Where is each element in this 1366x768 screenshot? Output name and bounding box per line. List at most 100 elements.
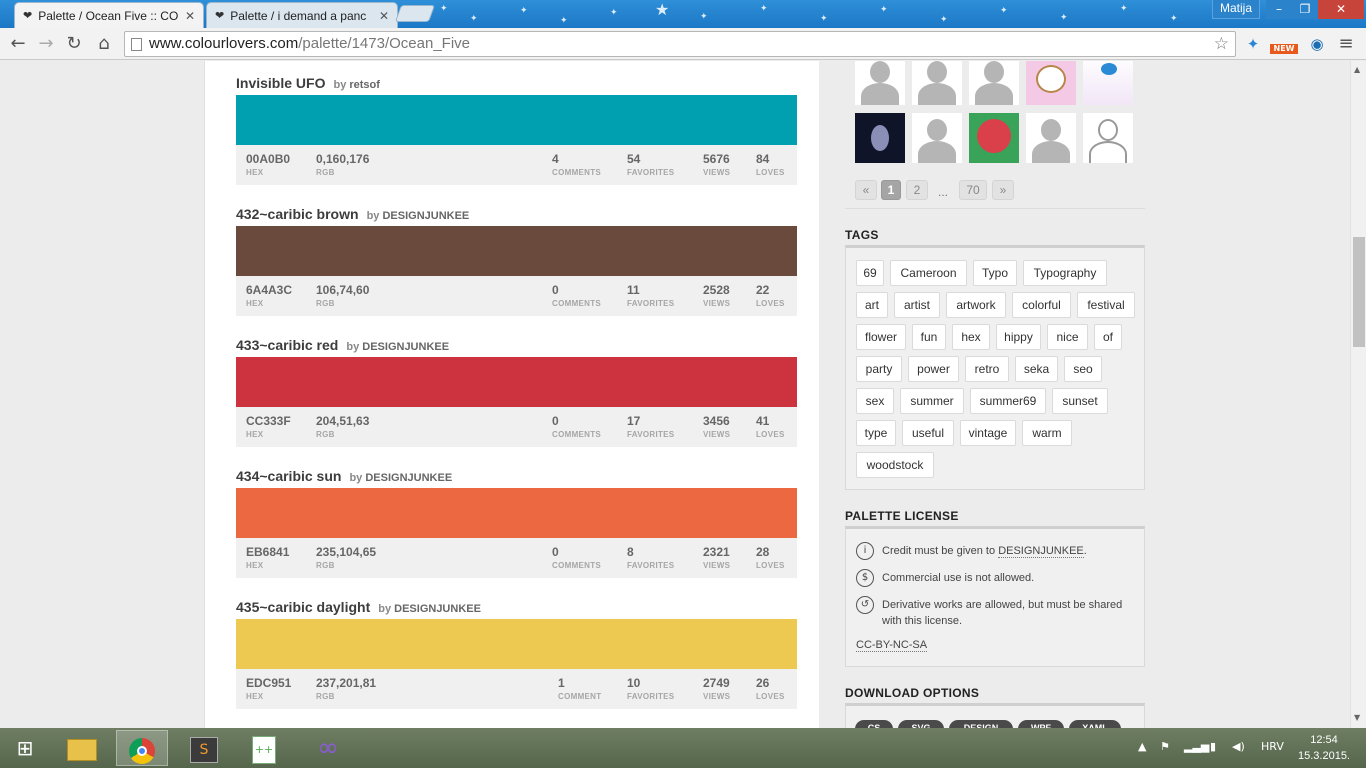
palette-item[interactable]: Invisible UFO by retsof 00A0B0 HEX 0,160,1… [236,75,797,185]
tag[interactable]: useful [902,420,954,446]
avatar[interactable] [1026,113,1076,163]
avatar[interactable] [912,61,962,105]
author-link[interactable]: retsof [349,79,380,91]
tag[interactable]: summer69 [970,388,1046,414]
tag[interactable]: type [856,420,896,446]
palette-name[interactable]: 432~caribic brown [236,206,359,222]
palette-item[interactable]: 433~caribic red by DESIGNJUNKEE CC333F HEX… [236,337,797,447]
pagination-page-1[interactable]: 1 [881,180,901,200]
license-code-link[interactable]: CC-BY-NC-SA [856,639,928,652]
page-scrollbar[interactable]: ▲ ▼ [1350,61,1366,728]
color-swatch[interactable] [236,488,797,538]
avatar[interactable] [1083,61,1133,105]
tag[interactable]: Typo [973,260,1017,286]
notepad-plus-icon[interactable]: ++ [238,730,290,766]
avatar[interactable] [1026,61,1076,105]
tag[interactable]: festival [1077,292,1135,318]
taskbar-clock[interactable]: 12:54 15.3.2015. [1296,732,1352,764]
avatar[interactable] [855,61,905,105]
tag[interactable]: Cameroon [890,260,967,286]
palette-name[interactable]: 433~caribic red [236,337,338,353]
tab-ocean-five[interactable]: ❤ Palette / Ocean Five :: COL ✕ [14,2,204,28]
avatar[interactable] [969,113,1019,163]
author-link[interactable]: DESIGNJUNKEE [362,341,449,353]
pagination-page-last[interactable]: 70 [959,180,987,200]
home-button[interactable]: ⌂ [92,32,116,56]
download-cs-button[interactable]: CS [855,720,893,728]
pagination-next[interactable]: » [992,180,1014,200]
new-tab-button[interactable] [394,5,436,22]
minimize-button[interactable]: – [1266,0,1292,19]
pagination-page-2[interactable]: 2 [906,180,928,200]
tag[interactable]: power [908,356,959,382]
tag[interactable]: colorful [1012,292,1071,318]
back-button[interactable]: ← [6,32,30,56]
palette-item[interactable]: 434~caribic sun by DESIGNJUNKEE EB6841 HEX… [236,468,797,578]
chrome-icon[interactable] [116,730,168,766]
palette-name[interactable]: Invisible UFO [236,75,325,91]
download-xaml-button[interactable]: XAML [1069,720,1121,728]
visual-studio-icon[interactable]: ∞ [302,730,354,766]
tag[interactable]: nice [1047,324,1088,350]
license-author-link[interactable]: DESIGNJUNKEE [998,545,1084,558]
reload-button[interactable]: ↻ [62,32,86,56]
author-link[interactable]: DESIGNJUNKEE [382,210,469,222]
menu-icon[interactable]: ≡ [1334,33,1358,55]
extension-eye-icon[interactable]: ◉ [1306,33,1328,55]
tag[interactable]: artist [894,292,940,318]
avatar[interactable] [1083,113,1133,163]
close-icon[interactable]: ✕ [379,9,389,23]
color-swatch[interactable] [236,357,797,407]
tag[interactable]: flower [856,324,906,350]
palette-name[interactable]: 434~caribic sun [236,468,341,484]
tag[interactable]: seka [1015,356,1058,382]
battery-icon[interactable]: ▮ [1210,740,1216,753]
tag[interactable]: sunset [1052,388,1108,414]
tag[interactable]: art [856,292,888,318]
tag[interactable]: artwork [946,292,1006,318]
tag[interactable]: 69 [856,260,884,286]
tag[interactable]: party [856,356,902,382]
file-explorer-icon[interactable] [56,730,108,766]
avatar[interactable] [912,113,962,163]
scroll-down-arrow-icon[interactable]: ▼ [1354,713,1360,722]
author-link[interactable]: DESIGNJUNKEE [365,472,452,484]
address-bar[interactable]: www.colourlovers.com/palette/1473/Ocean_… [124,31,1236,57]
tag[interactable]: vintage [960,420,1016,446]
bookmark-star-icon[interactable]: ☆ [1214,32,1229,56]
windows-start-icon[interactable]: ⊞ [0,730,50,766]
tag[interactable]: fun [912,324,946,350]
tag[interactable]: sex [856,388,894,414]
tab-pancake[interactable]: ❤ Palette / i demand a panc ✕ [206,2,398,28]
extension-new-icon[interactable]: NEW [1270,33,1300,55]
color-swatch[interactable] [236,619,797,669]
color-swatch[interactable] [236,226,797,276]
close-icon[interactable]: ✕ [185,9,195,23]
profile-button[interactable]: Matija [1212,0,1260,19]
scrollbar-thumb[interactable] [1353,237,1365,347]
forward-button[interactable]: → [34,32,58,56]
show-hidden-icons-icon[interactable]: ▲ [1138,740,1146,753]
pagination-prev[interactable]: « [855,180,877,200]
palette-name[interactable]: 435~caribic daylight [236,599,370,615]
download-design-button[interactable]: DESIGN [949,720,1013,728]
signal-icon[interactable]: ▂▃▅ [1184,740,1209,753]
tag[interactable]: of [1094,324,1122,350]
action-center-flag-icon[interactable]: ⚑ [1160,740,1170,753]
avatar[interactable] [855,113,905,163]
volume-icon[interactable]: ◀) [1232,740,1245,753]
avatar[interactable] [969,61,1019,105]
scroll-up-arrow-icon[interactable]: ▲ [1354,65,1360,74]
tag[interactable]: woodstock [856,452,934,478]
keyboard-language[interactable]: HRV [1261,740,1284,753]
download-svg-button[interactable]: SVG [898,720,944,728]
author-link[interactable]: DESIGNJUNKEE [394,603,481,615]
extension-puzzle-icon[interactable]: ✦ [1242,33,1264,55]
tag[interactable]: Typography [1023,260,1107,286]
close-window-button[interactable]: ✕ [1318,0,1364,19]
tag[interactable]: warm [1022,420,1072,446]
tag[interactable]: summer [900,388,964,414]
palette-item[interactable]: 435~caribic daylight by DESIGNJUNKEE EDC9… [236,599,797,709]
download-wpf-button[interactable]: WPF [1018,720,1064,728]
sublime-text-icon[interactable]: S [178,730,230,766]
